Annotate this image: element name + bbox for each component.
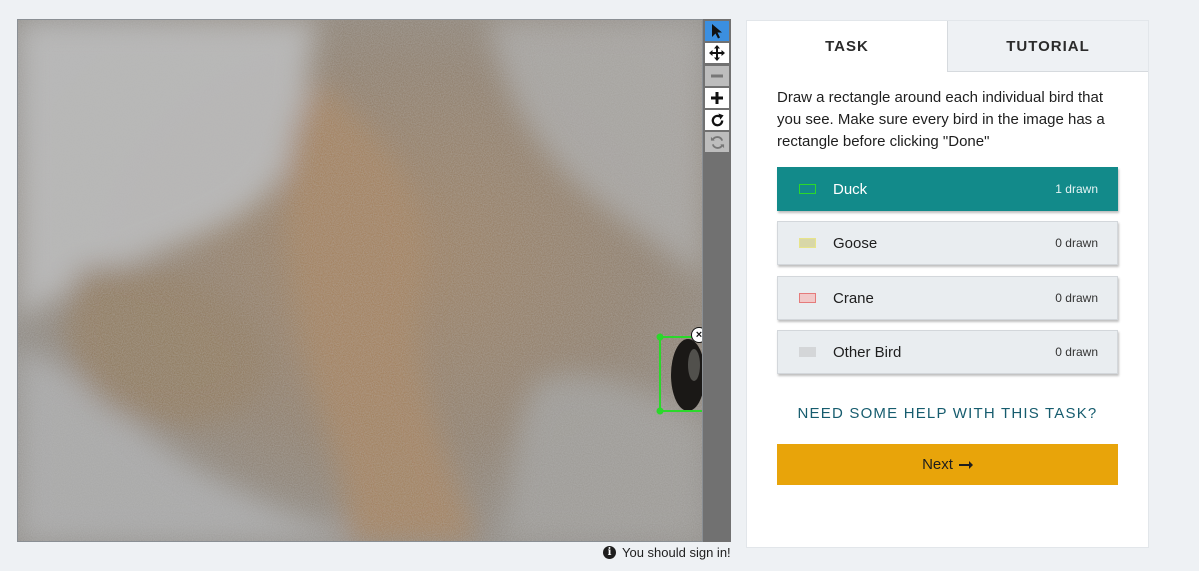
zoom-in-button[interactable] — [705, 88, 729, 108]
zoom-out-button[interactable] — [705, 66, 729, 86]
choice-count: 0 drawn — [1055, 236, 1098, 250]
move-tool-button[interactable] — [705, 43, 729, 63]
signin-notice-text: You should sign in! — [622, 545, 731, 560]
choice-label: Other Bird — [833, 343, 902, 361]
tab-tutorial[interactable]: TUTORIAL — [947, 21, 1148, 72]
choice-count: 0 drawn — [1055, 345, 1098, 359]
info-icon: i — [603, 546, 616, 559]
choice-other-bird[interactable]: Other Bird 0 drawn — [777, 330, 1118, 374]
rotate-icon — [711, 112, 724, 126]
tab-task[interactable]: TASK — [747, 21, 947, 72]
help-link[interactable]: NEED SOME HELP WITH THIS TASK? — [777, 405, 1118, 422]
image-toolbar — [703, 19, 731, 542]
next-button[interactable]: Next — [777, 444, 1118, 485]
reset-icon — [710, 135, 724, 149]
choice-goose[interactable]: Goose 0 drawn — [777, 221, 1118, 265]
arrow-right-icon — [958, 460, 973, 469]
subject-image-viewer[interactable]: × — [17, 19, 703, 542]
rotate-button[interactable] — [705, 110, 729, 130]
crane-color-swatch — [799, 293, 816, 303]
choice-label: Goose — [833, 234, 878, 252]
pointer-icon — [712, 24, 722, 39]
choice-crane[interactable]: Crane 0 drawn — [777, 276, 1118, 320]
panel-tabs: TASK TUTORIAL — [747, 21, 1148, 72]
delete-annotation-icon[interactable]: × — [691, 327, 702, 343]
next-button-label: Next — [922, 456, 953, 473]
choice-count: 1 drawn — [1055, 182, 1098, 196]
task-instructions: Draw a rectangle around each individual … — [777, 89, 1105, 150]
reset-button[interactable] — [705, 132, 729, 152]
pointer-tool-button[interactable] — [705, 21, 729, 41]
choice-label: Crane — [833, 289, 874, 307]
goose-color-swatch — [799, 238, 816, 248]
zoom-out-icon — [711, 74, 723, 78]
duck-color-swatch — [799, 184, 816, 194]
choice-label: Duck — [833, 180, 868, 198]
subject-image[interactable] — [18, 20, 703, 542]
task-panel: TASK TUTORIAL Draw a rectangle around ea… — [746, 20, 1149, 548]
move-icon — [709, 45, 725, 61]
choice-count: 0 drawn — [1055, 291, 1098, 305]
signin-notice: i You should sign in! — [603, 545, 731, 560]
other-bird-color-swatch — [799, 347, 816, 357]
choice-duck[interactable]: Duck 1 drawn — [777, 167, 1118, 211]
zoom-in-icon — [711, 92, 723, 104]
